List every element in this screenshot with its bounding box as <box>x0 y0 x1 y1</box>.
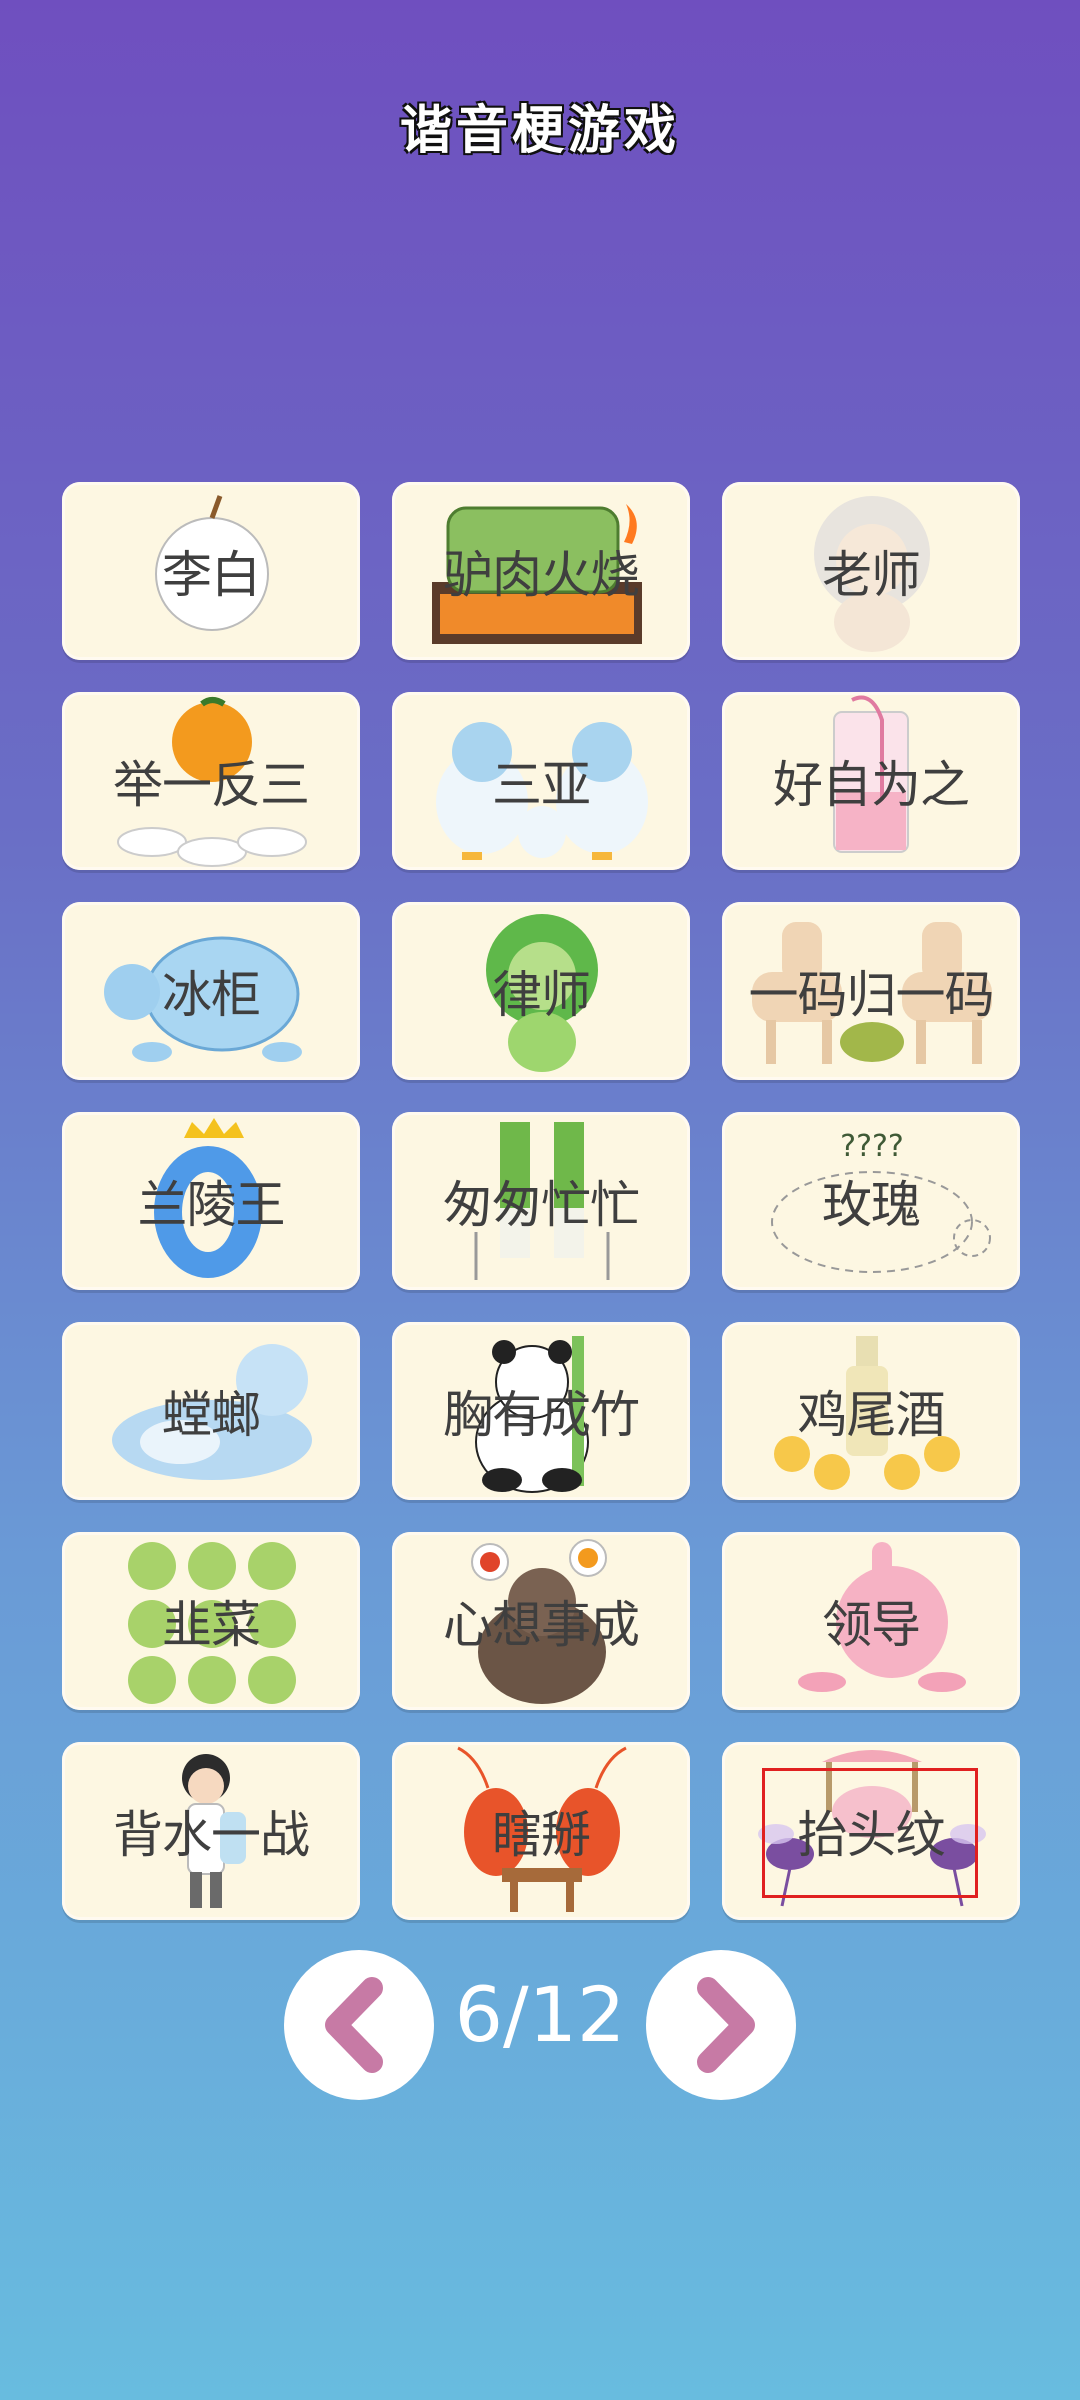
chevron-right-icon <box>697 1977 755 2073</box>
card-label: 三亚 <box>492 756 591 814</box>
puzzle-card[interactable]: 心想事成 <box>392 1532 690 1710</box>
puzzle-card-selected[interactable]: 抬头纹 <box>722 1742 1020 1920</box>
question-marks: ???? <box>840 1129 904 1164</box>
card-label: 玫瑰 <box>822 1176 921 1234</box>
chevron-left-icon <box>325 1977 383 2073</box>
puzzle-card[interactable]: 螳螂 <box>62 1322 360 1500</box>
card-label: 胸有成竹 <box>443 1386 640 1444</box>
card-label: 兰陵王 <box>137 1176 286 1234</box>
card-label: 鸡尾酒 <box>797 1386 946 1444</box>
card-label: 瞎掰 <box>492 1806 591 1864</box>
puzzle-card[interactable]: 律师 <box>392 902 690 1080</box>
pagination: 6/12 <box>0 1950 1080 2100</box>
puzzle-card[interactable]: 领导 <box>722 1532 1020 1710</box>
puzzle-card[interactable]: ???? 玫瑰 <box>722 1112 1020 1290</box>
puzzle-card[interactable]: 老师 <box>722 482 1020 660</box>
puzzle-card[interactable]: 李白 <box>62 482 360 660</box>
selection-highlight <box>762 1768 978 1898</box>
puzzle-card[interactable]: 瞎掰 <box>392 1742 690 1920</box>
card-label: 驴肉火烧 <box>443 546 640 604</box>
puzzle-card[interactable]: 兰陵王 <box>62 1112 360 1290</box>
card-label: 举一反三 <box>113 756 310 814</box>
card-label: 背水一战 <box>113 1806 310 1864</box>
next-page-button[interactable] <box>646 1950 796 2100</box>
page-title: 谐音梗游戏 <box>399 100 680 161</box>
puzzle-card[interactable]: 韭菜 <box>62 1532 360 1710</box>
prev-page-button[interactable] <box>284 1950 434 2100</box>
puzzle-card[interactable]: 鸡尾酒 <box>722 1322 1020 1500</box>
puzzle-card[interactable]: 背水一战 <box>62 1742 360 1920</box>
puzzle-card[interactable]: 举一反三 <box>62 692 360 870</box>
page-indicator: 6/12 <box>454 1970 626 2059</box>
puzzle-card[interactable]: 好自为之 <box>722 692 1020 870</box>
card-label: 老师 <box>822 546 921 604</box>
card-label: 心想事成 <box>443 1596 640 1654</box>
puzzle-grid: 李白 驴肉火烧 老师 举一反三 三亚 好自为之 冰柜 律师 一码归一码 兰陵王 … <box>62 482 1020 1920</box>
card-label: 领导 <box>822 1596 921 1654</box>
card-label: 韭菜 <box>162 1596 261 1654</box>
card-label: 律师 <box>492 966 591 1024</box>
card-label: 一码归一码 <box>748 966 995 1024</box>
card-label: 李白 <box>162 546 261 604</box>
card-label: 冰柜 <box>162 966 261 1024</box>
puzzle-card[interactable]: 冰柜 <box>62 902 360 1080</box>
card-label: 螳螂 <box>162 1386 261 1444</box>
puzzle-card[interactable]: 匆匆忙忙 <box>392 1112 690 1290</box>
puzzle-card[interactable]: 驴肉火烧 <box>392 482 690 660</box>
card-label: 匆匆忙忙 <box>443 1176 640 1234</box>
puzzle-card[interactable]: 胸有成竹 <box>392 1322 690 1500</box>
card-label: 好自为之 <box>773 756 970 814</box>
puzzle-card[interactable]: 三亚 <box>392 692 690 870</box>
puzzle-card[interactable]: 一码归一码 <box>722 902 1020 1080</box>
